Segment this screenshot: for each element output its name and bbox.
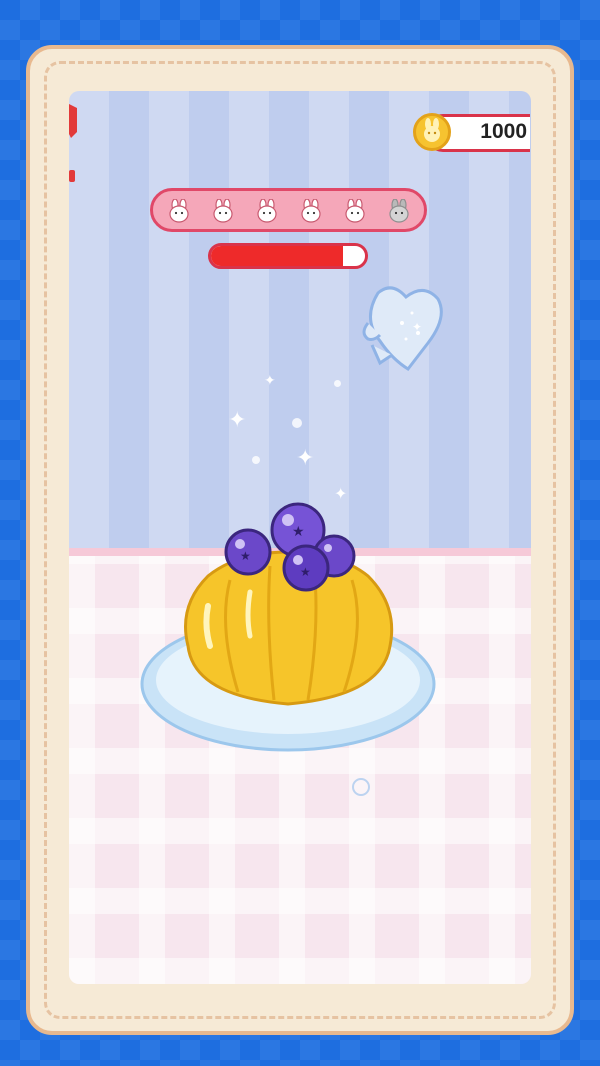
svg-text:★: ★ [300, 565, 311, 579]
progress-bar [208, 243, 368, 269]
bunny-icon-pending [389, 199, 409, 223]
side-decoration [69, 104, 77, 182]
bunny-icon [301, 199, 321, 223]
bubble [352, 778, 370, 796]
bunny-icon [345, 199, 365, 223]
bunny-collection-bar [150, 188, 427, 232]
bubble [292, 418, 302, 428]
blueberry-jelly-pudding-icon[interactable]: ★ ★ ★ [138, 496, 438, 756]
progress-fill [211, 246, 344, 266]
svg-text:★: ★ [240, 549, 251, 563]
bunny-icon [213, 199, 233, 223]
sparkle-icon: ✦ [228, 408, 247, 433]
heart-glove-icon[interactable]: ✦ [358, 283, 444, 375]
bubble [252, 456, 260, 464]
bubble [334, 380, 341, 387]
bunny-coin-icon [413, 113, 451, 151]
bunny-icon [169, 199, 189, 223]
sparkle-icon: ✦ [296, 446, 315, 471]
coin-count: 1000 [480, 120, 527, 143]
striped-wall [69, 91, 531, 551]
bunny-icon [257, 199, 277, 223]
sparkle-icon: ✦ [264, 373, 276, 389]
svg-text:✦: ✦ [412, 320, 422, 334]
svg-text:★: ★ [292, 524, 305, 540]
